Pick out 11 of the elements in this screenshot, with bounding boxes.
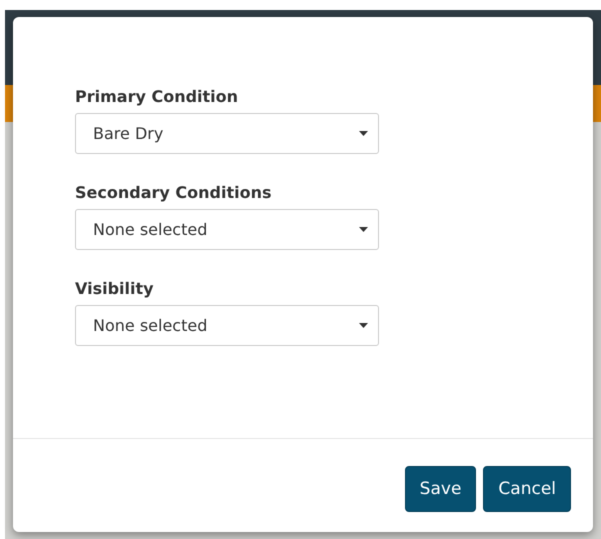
dropdown[interactable]: Bare Dry	[75, 113, 379, 154]
caret-icon	[359, 131, 368, 136]
field-label: Visibility	[75, 279, 155, 298]
field-label: Secondary Conditions	[75, 183, 272, 202]
caret-icon	[359, 323, 368, 328]
cancel-button[interactable]: Cancel	[483, 466, 571, 512]
caret-icon	[359, 227, 368, 232]
field-label: Primary Condition	[75, 87, 240, 106]
save-button[interactable]: Save	[404, 466, 476, 512]
dropdown[interactable]: None selected	[75, 209, 379, 250]
dropdown[interactable]: None selected	[75, 305, 379, 346]
